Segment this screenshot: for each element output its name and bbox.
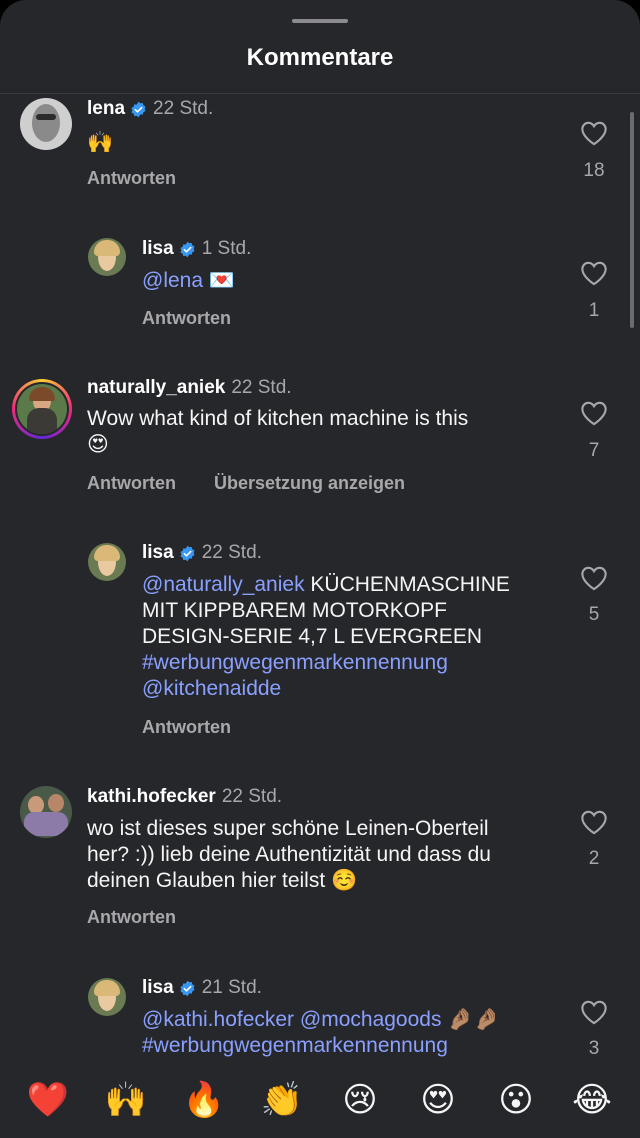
emoji-fire-button[interactable]: 🔥 (182, 1080, 226, 1120)
divider (0, 93, 640, 94)
comment-time: 22 Std. (221, 786, 283, 807)
like-count: 3 (588, 1038, 600, 1059)
comment-text: 🙌 (87, 131, 114, 154)
mention-link[interactable]: @kathi.hofecker (142, 1008, 294, 1031)
mention-link[interactable]: @naturally_aniek (142, 573, 305, 596)
reply-button[interactable]: Antworten (87, 473, 176, 494)
comment-time: 21 Std. (201, 977, 262, 998)
comment-text-line: 😍 (87, 433, 109, 456)
hashtag-link[interactable]: #werbungwegenmarkennennung (142, 650, 510, 676)
mention-link[interactable]: @lena (142, 269, 203, 292)
like-heart-icon[interactable] (580, 260, 608, 286)
page-title: Kommentare (246, 44, 394, 71)
avatar[interactable] (88, 543, 126, 581)
comment-username[interactable]: lena (87, 98, 125, 120)
mention-link[interactable]: @kitchenaidde (142, 676, 510, 702)
like-heart-icon[interactable] (580, 565, 608, 591)
like-count: 1 (588, 300, 600, 321)
comment-emoji: 🤌🏽🤌🏽 (441, 1008, 500, 1031)
verified-badge-icon (180, 545, 195, 561)
avatar[interactable] (20, 98, 72, 150)
comment-text-line: MIT KIPPBAREM MOTORKOPF (142, 599, 447, 622)
emoji-reaction-bar: ❤️ 🙌 🔥 👏 😢 😍 😮 😂 (0, 1062, 640, 1138)
comment-text-line: her? :)) lieb deine Authentizität und da… (87, 843, 491, 866)
like-count: 2 (588, 848, 600, 869)
reply-button[interactable]: Antworten (142, 308, 231, 329)
like-heart-icon[interactable] (580, 120, 608, 146)
emoji-heart-eyes-button[interactable]: 😍 (416, 1080, 460, 1120)
emoji-surprised-button[interactable]: 😮 (494, 1080, 538, 1120)
avatar[interactable] (88, 238, 126, 276)
emoji-clap-button[interactable]: 👏 (260, 1080, 304, 1120)
scrollbar[interactable] (630, 112, 634, 328)
avatar-story-ring[interactable] (12, 379, 72, 439)
like-heart-icon[interactable] (580, 809, 608, 835)
comment-time: 22 Std. (153, 98, 214, 119)
comment-username[interactable]: naturally_aniek (87, 377, 225, 399)
avatar[interactable] (20, 786, 72, 838)
verified-badge-icon (180, 980, 195, 996)
mention-link[interactable]: @mochagoods (300, 1008, 442, 1031)
comment-text-line: Wow what kind of kitchen machine is this (87, 407, 469, 430)
drag-handle[interactable] (292, 19, 348, 23)
reply-button[interactable]: Antworten (87, 907, 176, 928)
like-heart-icon[interactable] (580, 999, 608, 1025)
comment-text-line: wo ist dieses super schöne Leinen-Oberte… (87, 817, 489, 840)
comment-text-line: deinen Glauben hier teilst ☺️ (87, 869, 358, 892)
like-count: 5 (588, 604, 600, 625)
emoji-heart-button[interactable]: ❤️ (26, 1080, 70, 1120)
verified-badge-icon (180, 241, 195, 257)
comments-sheet: Kommentare lena 22 Std. 🙌 Antworten 18 l… (0, 0, 640, 1138)
like-count: 18 (583, 160, 605, 181)
comment-text: @kathi.hofecker @mochagoods 🤌🏽🤌🏽 #werbun… (142, 1007, 500, 1059)
like-heart-icon[interactable] (580, 400, 608, 426)
reply-button[interactable]: Antworten (142, 717, 231, 738)
comment-time: 1 Std. (201, 238, 252, 259)
comment-text-line: KÜCHENMASCHINE (304, 573, 510, 596)
comment-text: wo ist dieses super schöne Leinen-Oberte… (87, 816, 491, 894)
comment-text-line: DESIGN-SERIE 4,7 L EVERGREEN (142, 625, 482, 648)
emoji-raised-hands-button[interactable]: 🙌 (104, 1080, 148, 1120)
comment-username[interactable]: lisa (142, 238, 174, 260)
comment-username[interactable]: lisa (142, 542, 174, 564)
comment-username[interactable]: kathi.hofecker (87, 786, 216, 808)
comment-time: 22 Std. (201, 542, 262, 563)
hashtag-link[interactable]: #werbungwegenmarkennennung (142, 1033, 500, 1059)
comment-time: 22 Std. (231, 377, 292, 398)
emoji-laughing-button[interactable]: 😂 (570, 1080, 614, 1120)
show-translation-button[interactable]: Übersetzung anzeigen (214, 473, 405, 494)
emoji-crying-button[interactable]: 😢 (338, 1080, 382, 1120)
comment-username[interactable]: lisa (142, 977, 174, 999)
comment-text: @naturally_aniek KÜCHENMASCHINE MIT KIPP… (142, 572, 510, 702)
comment-text: @lena 💌 (142, 268, 235, 294)
verified-badge-icon (131, 101, 146, 117)
avatar[interactable] (88, 978, 126, 1016)
reply-button[interactable]: Antworten (87, 168, 176, 189)
comment-emoji: 💌 (203, 269, 236, 292)
like-count: 7 (588, 440, 600, 461)
comment-text: Wow what kind of kitchen machine is this… (87, 406, 468, 458)
